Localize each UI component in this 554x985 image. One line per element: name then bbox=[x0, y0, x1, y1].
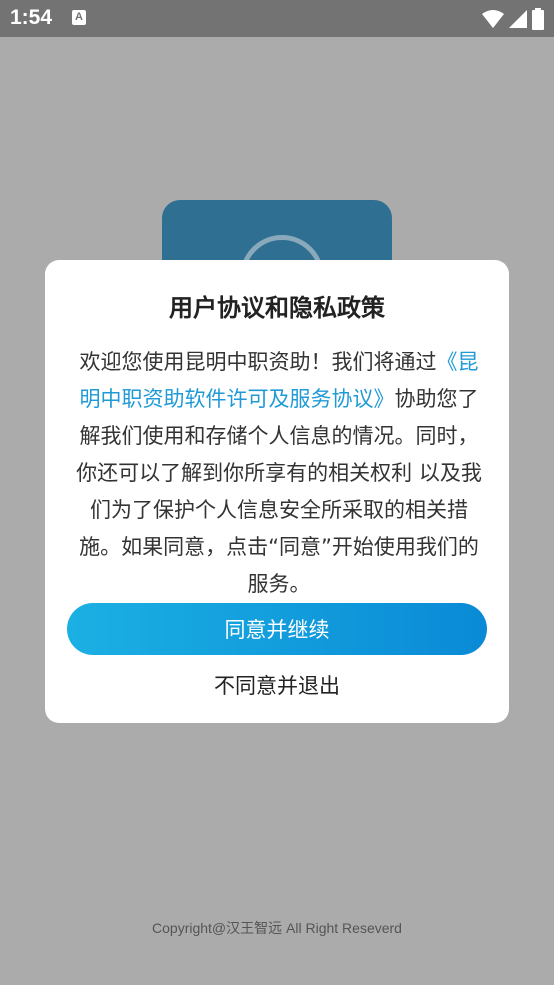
agreement-dialog: 用户协议和隐私政策 欢迎您使用昆明中职资助！我们将通过《昆明中职资助软件许可及服… bbox=[45, 260, 509, 723]
signal-icon bbox=[509, 10, 527, 28]
status-bar: 1:54 A bbox=[0, 0, 554, 37]
agree-continue-button[interactable]: 同意并继续 bbox=[67, 603, 487, 655]
dialog-body: 欢迎您使用昆明中职资助！我们将通过《昆明中职资助软件许可及服务协议》协助您了解我… bbox=[73, 344, 485, 603]
battery-icon bbox=[532, 8, 544, 30]
body-text-rest: 协助您了解我们使用和存储个人信息的情况。同时，你还可以了解到你所享有的相关权利 … bbox=[76, 387, 482, 596]
system-icons bbox=[482, 8, 544, 30]
wifi-icon bbox=[482, 10, 504, 28]
copyright-text: Copyright@汉王智远 All Right Reseverd bbox=[152, 920, 402, 936]
decline-exit-button[interactable]: 不同意并退出 bbox=[45, 670, 509, 700]
body-text-intro: 欢迎您使用昆明中职资助！我们将通过 bbox=[79, 350, 437, 374]
status-time: 1:54 bbox=[10, 6, 53, 29]
text-a-icon: A bbox=[72, 10, 86, 25]
dialog-title: 用户协议和隐私政策 bbox=[169, 294, 385, 322]
